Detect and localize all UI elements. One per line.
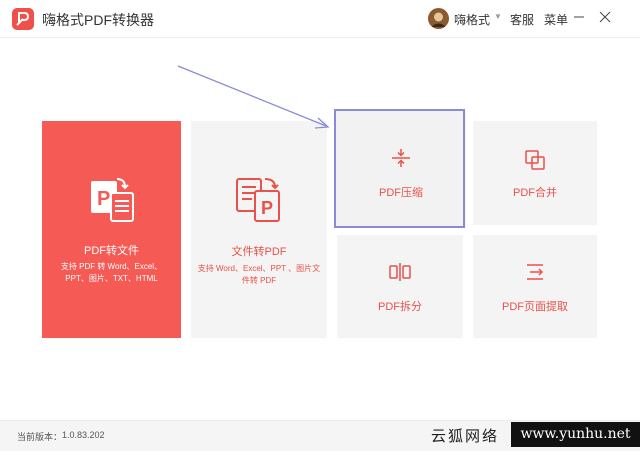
title-bar: 嗨格式PDF转换器 嗨格式 ▼ 客服 菜单: [0, 0, 640, 38]
version-label: 当前版本：: [17, 432, 63, 442]
selection-highlight: [334, 109, 465, 228]
menu-button[interactable]: 菜单: [544, 11, 568, 28]
username[interactable]: 嗨格式: [454, 11, 490, 28]
split-icon: [388, 262, 412, 282]
pdf-extract-card[interactable]: PDF页面提取: [473, 235, 597, 338]
status-bar: 当前版本： 1.0.83.202 云狐网络 www.yunhu.net: [0, 420, 640, 451]
pdf-to-file-card[interactable]: P PDF转文件 支持 PDF 转 Word、Excel、PPT、图片、TXT、…: [42, 121, 181, 338]
file-to-pdf-icon: P: [233, 175, 285, 227]
app-title: 嗨格式PDF转换器: [42, 12, 154, 28]
merge-icon: [524, 149, 546, 171]
watermark-text: 云狐网络: [431, 427, 500, 445]
pdf-to-file-desc: 支持 PDF 转 Word、Excel、PPT、图片、TXT、HTML: [60, 262, 163, 283]
chevron-down-icon[interactable]: ▼: [494, 12, 502, 21]
file-to-pdf-desc: 支持 Word、Excel、PPT 、图片文件转 PDF: [197, 264, 321, 285]
pdf-merge-card[interactable]: PDF合并: [473, 121, 597, 225]
close-icon[interactable]: [594, 6, 616, 28]
extract-icon: [524, 262, 546, 282]
customer-service-button[interactable]: 客服: [510, 11, 534, 28]
watermark-url: www.yunhu.net: [511, 422, 640, 447]
version-value: 1.0.83.202: [62, 430, 105, 440]
pdf-extract-label: PDF页面提取: [502, 301, 568, 313]
svg-text:P: P: [97, 188, 110, 210]
app-logo-icon: [12, 8, 34, 30]
pdf-merge-label: PDF合并: [513, 187, 557, 199]
pdf-split-card[interactable]: PDF拆分: [337, 235, 463, 338]
pdf-convert-icon: P: [87, 175, 137, 227]
minimize-icon[interactable]: [568, 6, 590, 28]
avatar[interactable]: [428, 8, 449, 29]
pdf-split-label: PDF拆分: [378, 301, 422, 313]
file-to-pdf-label: 文件转PDF: [231, 246, 287, 258]
pdf-to-file-label: PDF转文件: [84, 245, 139, 257]
svg-text:P: P: [261, 198, 273, 218]
file-to-pdf-card[interactable]: P 文件转PDF 支持 Word、Excel、PPT 、图片文件转 PDF: [191, 121, 327, 338]
